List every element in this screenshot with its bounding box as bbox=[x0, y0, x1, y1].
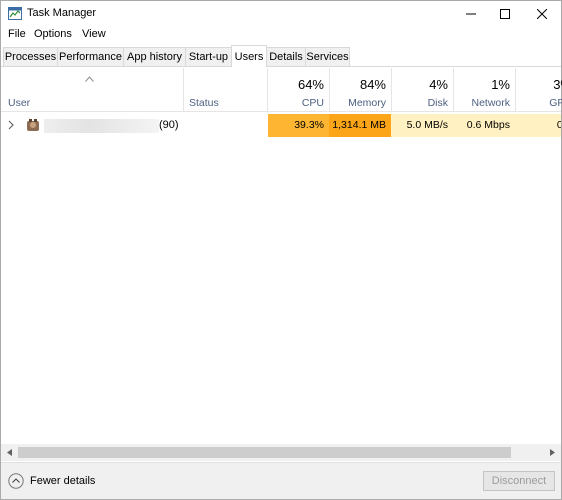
network-column-header[interactable]: 1% Network bbox=[453, 68, 515, 112]
network-value: 0.6 Mbps bbox=[466, 119, 510, 131]
collapse-up-icon bbox=[8, 473, 24, 489]
cpu-cell: 39.3% bbox=[268, 114, 329, 137]
scroll-left-button[interactable] bbox=[1, 444, 18, 461]
memory-total-percent: 84% bbox=[359, 77, 386, 92]
gpu-column-label: GPU bbox=[549, 97, 562, 109]
disk-cell: 5.0 MB/s bbox=[391, 114, 453, 137]
network-cell: 0.6 Mbps bbox=[453, 114, 515, 137]
tab-services[interactable]: Services bbox=[305, 47, 350, 66]
task-manager-icon bbox=[8, 7, 22, 20]
scroll-thumb[interactable] bbox=[18, 447, 511, 458]
chevron-right-icon[interactable] bbox=[8, 120, 14, 130]
process-count: (90) bbox=[159, 119, 179, 131]
tab-processes[interactable]: Processes bbox=[3, 47, 58, 66]
user-avatar-icon bbox=[27, 119, 39, 131]
minimize-icon bbox=[466, 13, 476, 14]
title-bar[interactable]: Task Manager bbox=[1, 1, 561, 26]
scroll-right-button[interactable] bbox=[544, 444, 561, 461]
gpu-cell: 0% bbox=[515, 114, 561, 137]
task-manager-window: Task Manager File Options View Processes… bbox=[0, 0, 562, 500]
status-column-header[interactable]: Status bbox=[189, 97, 219, 109]
tab-startup[interactable]: Start-up bbox=[185, 47, 232, 66]
disk-column-label: Disk bbox=[427, 97, 448, 109]
user-column-header[interactable]: User bbox=[8, 97, 30, 109]
footer-bar: Fewer details Disconnect bbox=[1, 462, 561, 499]
scroll-left-icon bbox=[7, 449, 12, 456]
memory-cell: 1,314.1 MB bbox=[329, 114, 391, 137]
scroll-right-icon bbox=[550, 449, 555, 456]
window-title: Task Manager bbox=[27, 7, 97, 19]
tab-performance[interactable]: Performance bbox=[57, 47, 124, 66]
cpu-column-label: CPU bbox=[301, 97, 324, 109]
disk-value: 5.0 MB/s bbox=[406, 119, 448, 131]
maximize-icon bbox=[500, 8, 510, 19]
network-total-percent: 1% bbox=[491, 77, 510, 92]
menu-bar: File Options View bbox=[1, 26, 561, 45]
network-column-label: Network bbox=[471, 97, 510, 109]
cpu-column-header[interactable]: 64% CPU bbox=[267, 68, 329, 112]
disconnect-button[interactable]: Disconnect bbox=[483, 471, 555, 491]
menu-file[interactable]: File bbox=[8, 28, 26, 40]
fewer-details-label: Fewer details bbox=[30, 475, 96, 487]
user-row[interactable]: (90) 39.3% 1,314.1 MB 5.0 MB/s 0.6 Mbps … bbox=[1, 114, 561, 137]
tab-app-history[interactable]: App history bbox=[123, 47, 186, 66]
cpu-total-percent: 64% bbox=[297, 77, 324, 92]
horizontal-scrollbar[interactable] bbox=[1, 444, 561, 461]
disk-column-header[interactable]: 4% Disk bbox=[391, 68, 453, 112]
gpu-value: 0% bbox=[556, 119, 561, 131]
cpu-value: 39.3% bbox=[294, 119, 324, 131]
menu-options[interactable]: Options bbox=[34, 28, 72, 40]
user-name-redacted bbox=[44, 119, 159, 133]
menu-view[interactable]: View bbox=[82, 28, 106, 40]
column-divider[interactable] bbox=[183, 68, 184, 112]
memory-column-header[interactable]: 84% Memory bbox=[329, 68, 391, 112]
tab-strip: Processes Performance App history Start-… bbox=[1, 45, 561, 67]
close-button[interactable] bbox=[520, 1, 562, 26]
close-icon bbox=[537, 8, 547, 19]
sort-ascending-icon bbox=[85, 76, 94, 82]
fewer-details-button[interactable]: Fewer details bbox=[8, 471, 95, 491]
memory-column-label: Memory bbox=[348, 97, 386, 109]
tab-users[interactable]: Users bbox=[231, 45, 267, 67]
column-headers: User Status 64% CPU 84% Memory 4% Disk 1… bbox=[1, 68, 562, 112]
gpu-total-percent: 3% bbox=[553, 77, 562, 92]
memory-value: 1,314.1 MB bbox=[332, 119, 386, 131]
disk-total-percent: 4% bbox=[429, 77, 448, 92]
tab-details[interactable]: Details bbox=[266, 47, 306, 66]
gpu-column-header[interactable]: 3% GPU bbox=[515, 68, 562, 112]
